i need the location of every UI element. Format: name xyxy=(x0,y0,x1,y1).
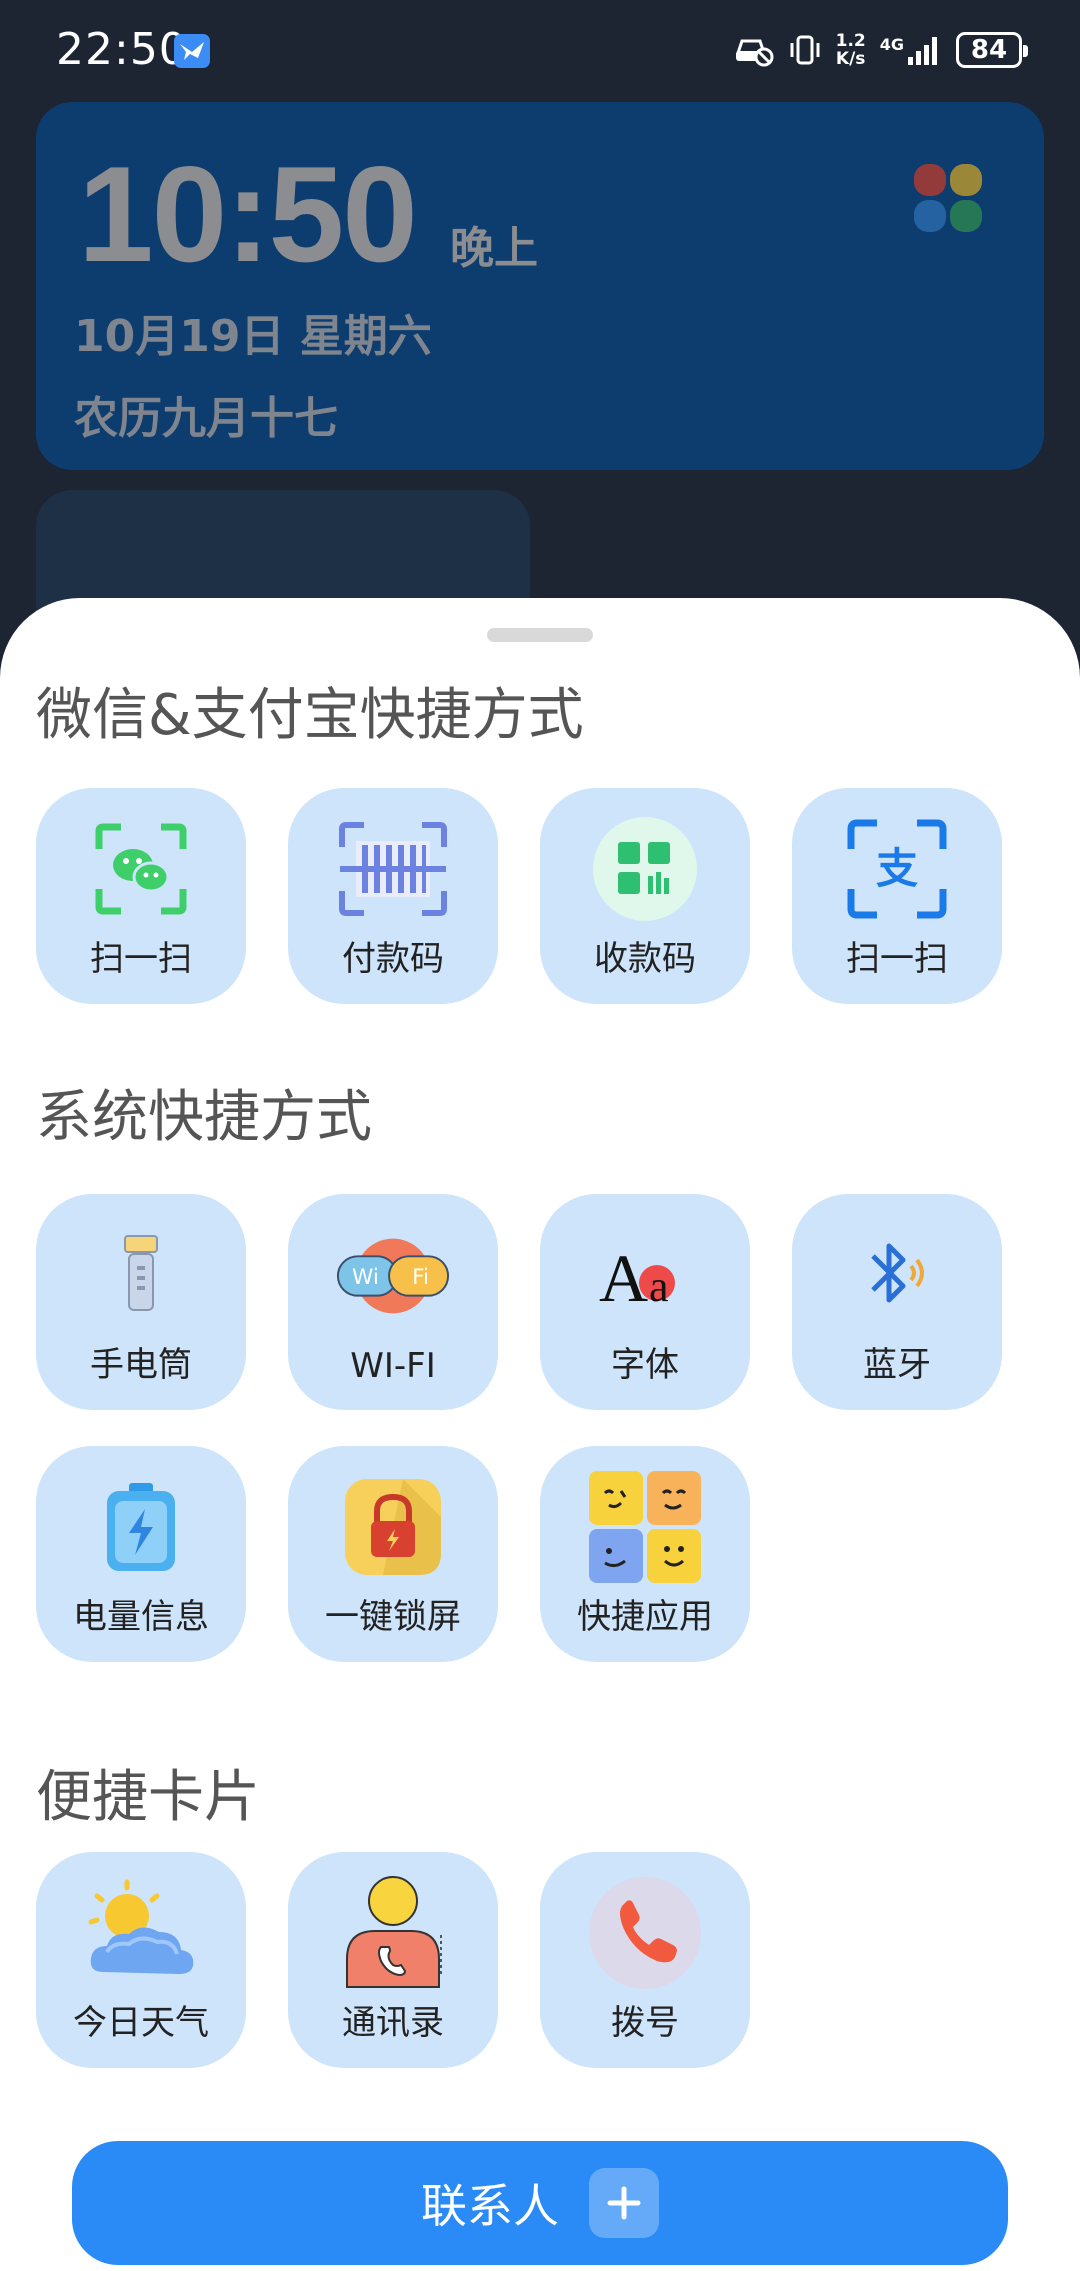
notification-bird-icon xyxy=(174,34,210,68)
tile-label: 扫一扫 xyxy=(846,939,948,979)
battery-info-icon xyxy=(82,1468,200,1586)
tile-label: 一键锁屏 xyxy=(325,1597,461,1637)
tile-payment-code[interactable]: 付款码 xyxy=(288,788,498,1004)
tile-weather[interactable]: 今日天气 xyxy=(36,1852,246,2068)
drag-handle[interactable] xyxy=(487,628,593,642)
tile-label: WI-FI xyxy=(350,1346,436,1386)
tile-dialer[interactable]: 拨号 xyxy=(540,1852,750,2068)
battery-indicator: 84 xyxy=(956,32,1028,68)
clock-lunar-date: 农历九月十七 xyxy=(74,393,338,444)
svg-text:Fi: Fi xyxy=(412,1265,429,1290)
font-icon: A a xyxy=(586,1216,704,1334)
tile-label: 拨号 xyxy=(611,2003,679,2043)
svg-text:a: a xyxy=(649,1262,669,1311)
tile-wechat-scan[interactable]: 扫一扫 xyxy=(36,788,246,1004)
contacts-button-label: 联系人 xyxy=(421,2179,559,2233)
dialer-icon xyxy=(586,1874,704,1992)
status-time: 22:50 xyxy=(56,24,188,75)
tile-receive-code[interactable]: 收款码 xyxy=(540,788,750,1004)
svg-text:Wi: Wi xyxy=(352,1265,379,1290)
network-type: 4G xyxy=(879,35,904,54)
svg-text:A: A xyxy=(599,1240,648,1315)
tile-bluetooth[interactable]: 蓝牙 xyxy=(792,1194,1002,1410)
bluetooth-icon xyxy=(838,1216,956,1334)
shortcuts-sheet: 微信&支付宝快捷方式 扫一扫 付款码 收款码 支 扫一扫 系统快捷方式 手电筒 … xyxy=(0,598,1080,2271)
clover-logo-icon xyxy=(912,162,984,234)
wifi-icon: Wi Fi xyxy=(334,1216,452,1334)
network-speed-unit: K/s xyxy=(835,49,866,69)
network-speed: 1.2 K/s xyxy=(836,32,866,68)
tile-label: 快捷应用 xyxy=(577,1597,713,1637)
section-title-payment: 微信&支付宝快捷方式 xyxy=(36,683,584,748)
tile-lock-screen[interactable]: 一键锁屏 xyxy=(288,1446,498,1662)
tile-flashlight[interactable]: 手电筒 xyxy=(36,1194,246,1410)
tile-alipay-scan[interactable]: 支 扫一扫 xyxy=(792,788,1002,1004)
clock-date: 10月19日 星期六 xyxy=(74,311,432,362)
section-title-cards: 便捷卡片 xyxy=(36,1765,260,1830)
tile-label: 蓝牙 xyxy=(863,1345,931,1385)
tile-label: 通讯录 xyxy=(342,2003,444,2043)
tile-label: 电量信息 xyxy=(73,1597,209,1637)
quick-apps-icon xyxy=(586,1468,704,1586)
alipay-scan-icon: 支 xyxy=(838,810,956,928)
contacts-button[interactable]: 联系人 xyxy=(72,2141,1008,2265)
tile-label: 扫一扫 xyxy=(90,939,192,979)
tile-contacts-book[interactable]: 通讯录 xyxy=(288,1852,498,2068)
status-bar: 22:50 1.2 K/s 4G 84 xyxy=(0,0,1080,100)
cell-signal-icon: 4G xyxy=(880,35,942,65)
tile-quick-apps[interactable]: 快捷应用 xyxy=(540,1446,750,1662)
network-speed-value: 1.2 xyxy=(835,31,866,51)
tile-label: 付款码 xyxy=(342,939,444,979)
svg-text:支: 支 xyxy=(876,844,918,893)
clock-widget[interactable]: 10:50 晚上 10月19日 星期六 农历九月十七 xyxy=(36,102,1044,470)
tile-battery-info[interactable]: 电量信息 xyxy=(36,1446,246,1662)
tile-label: 手电筒 xyxy=(90,1345,192,1385)
receive-qr-icon xyxy=(586,810,704,928)
section-title-system: 系统快捷方式 xyxy=(36,1085,372,1150)
lock-screen-icon xyxy=(334,1468,452,1586)
clock-time: 10:50 xyxy=(78,138,418,290)
tile-label: 今日天气 xyxy=(73,2003,209,2043)
vibrate-icon xyxy=(788,33,822,67)
tile-label: 字体 xyxy=(611,1345,679,1385)
weather-icon xyxy=(82,1874,200,1992)
plus-icon xyxy=(589,2168,659,2238)
flashlight-icon xyxy=(82,1216,200,1334)
tile-wifi[interactable]: Wi Fi WI-FI xyxy=(288,1194,498,1410)
car-mode-icon xyxy=(734,33,774,67)
tile-font[interactable]: A a 字体 xyxy=(540,1194,750,1410)
payment-barcode-icon xyxy=(334,810,452,928)
contacts-book-icon xyxy=(334,1874,452,1992)
battery-level: 84 xyxy=(970,35,1008,65)
tile-label: 收款码 xyxy=(594,939,696,979)
wechat-scan-icon xyxy=(82,810,200,928)
clock-ampm: 晚上 xyxy=(450,223,538,274)
